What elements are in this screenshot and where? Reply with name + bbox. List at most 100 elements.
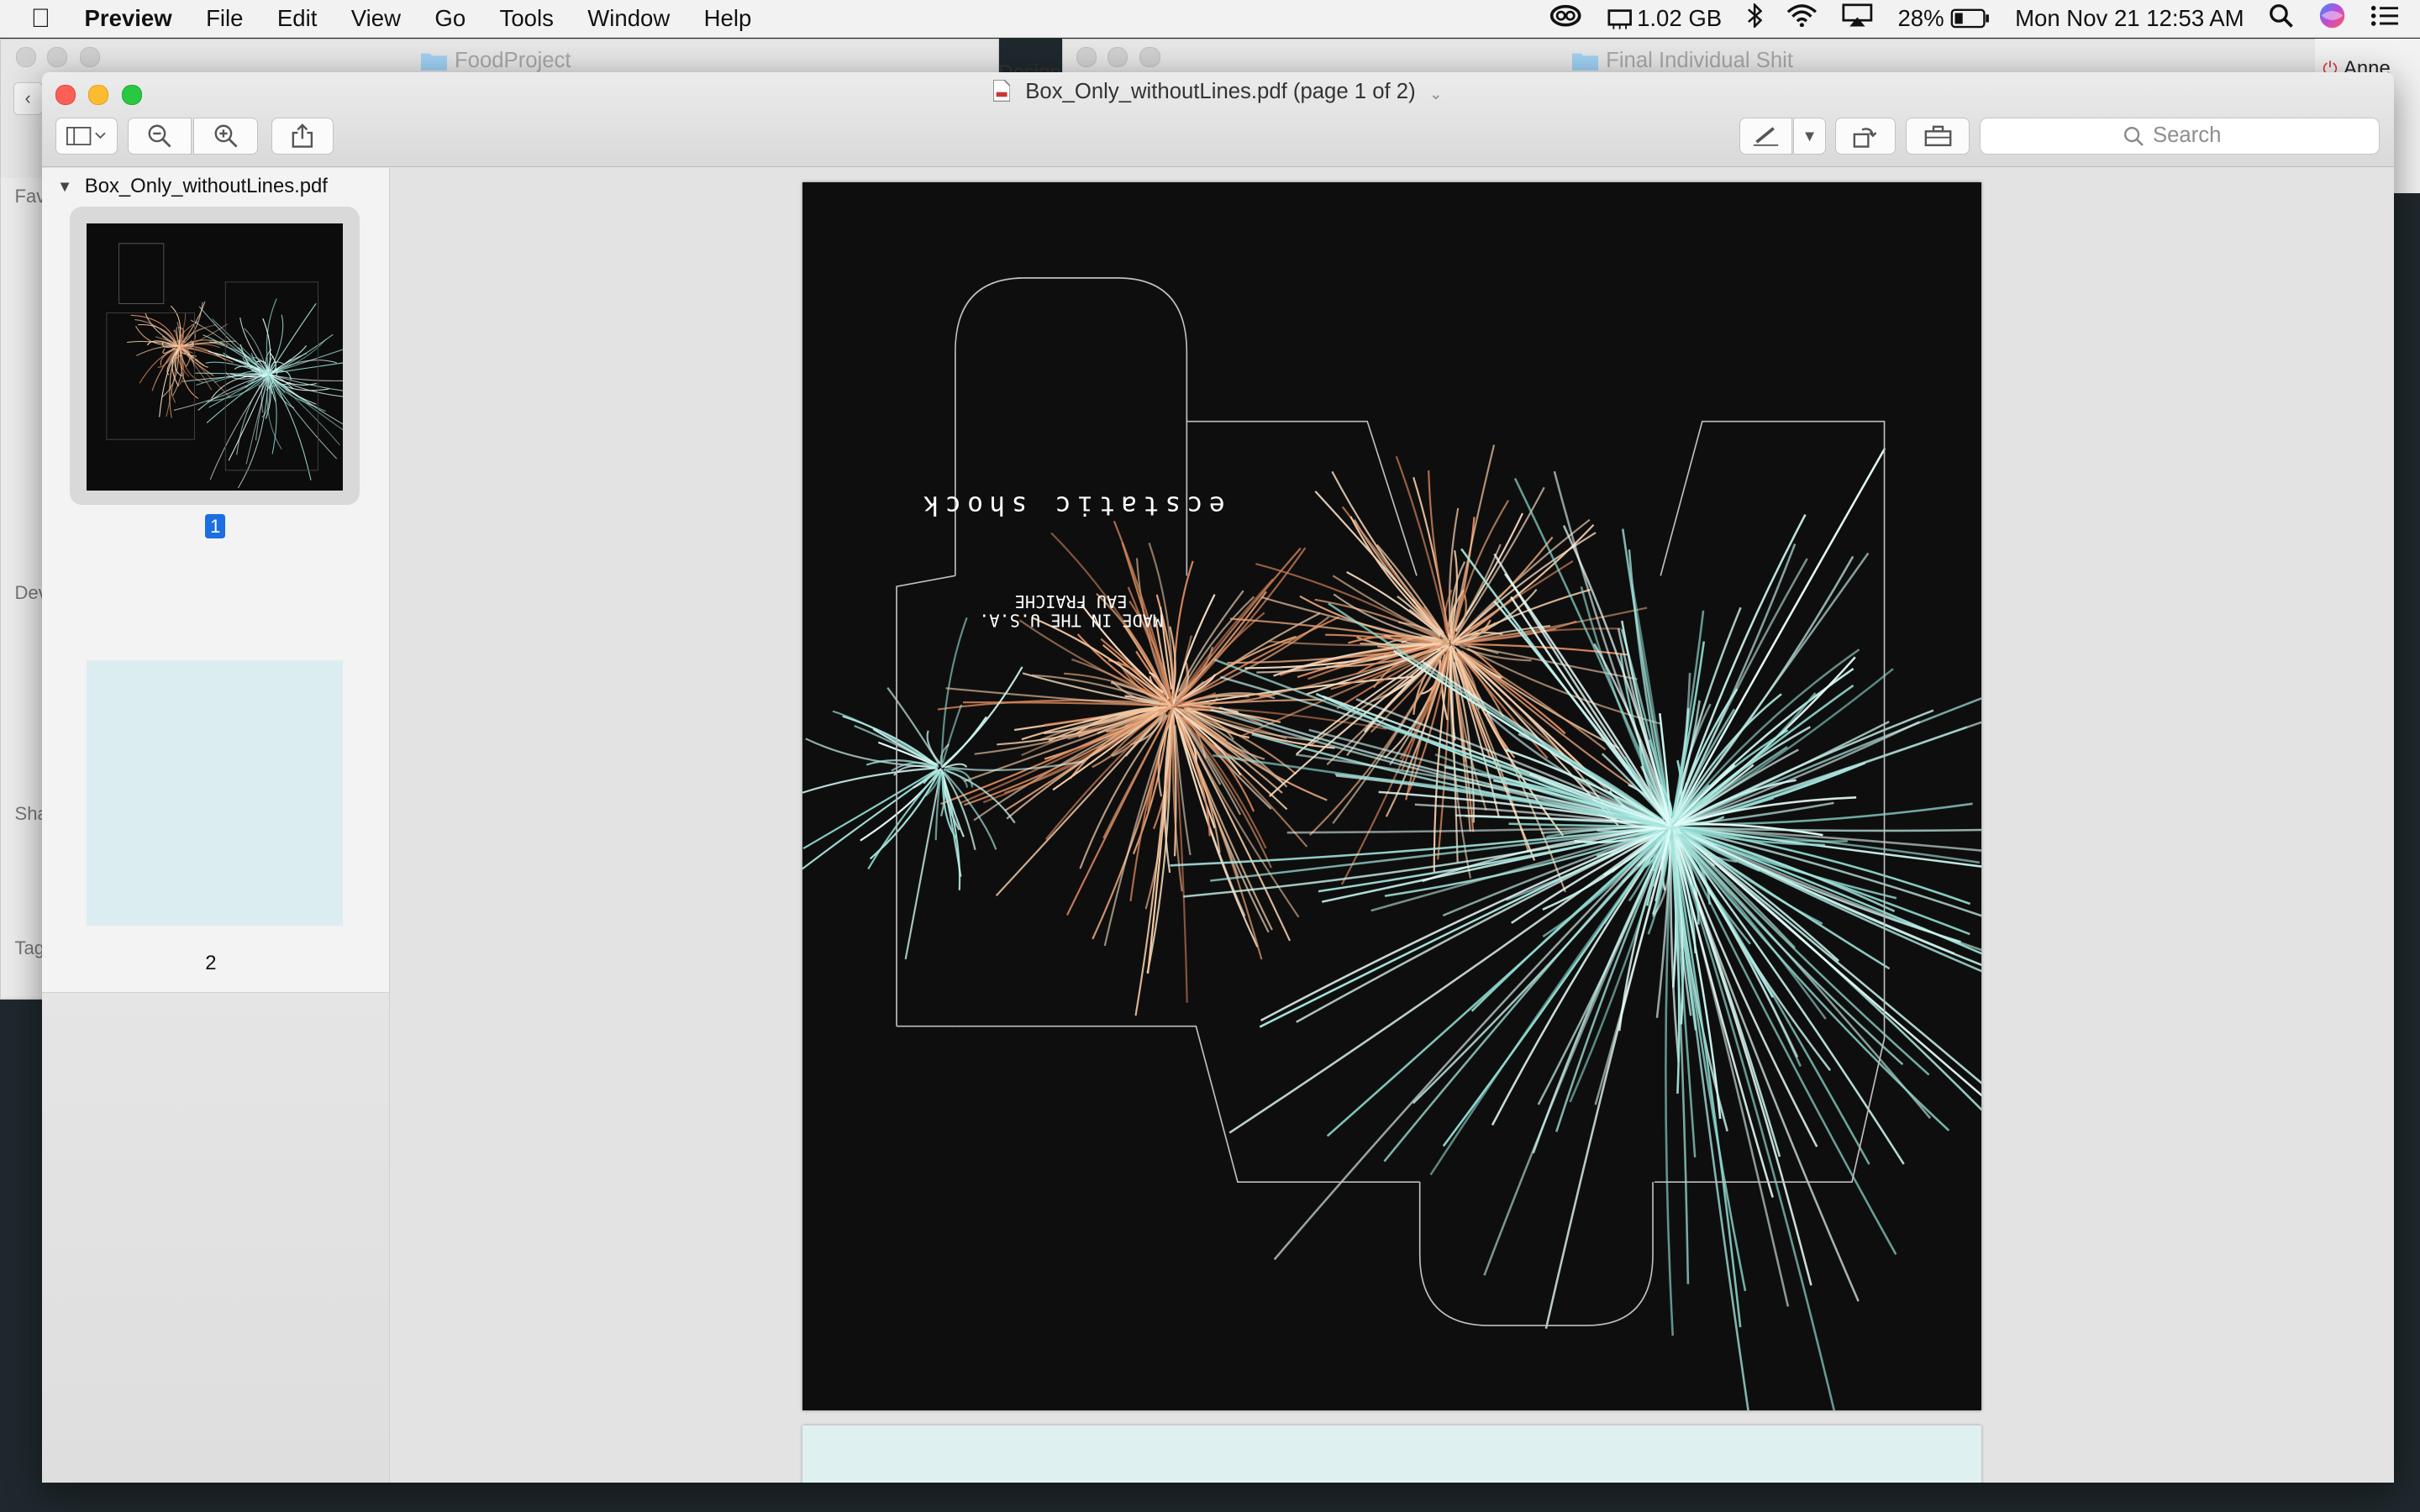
airplay-icon[interactable] xyxy=(1842,3,1873,34)
sidebar-section-tags: Tag xyxy=(14,937,45,958)
pen-icon xyxy=(1753,127,1778,146)
box-dieline-artwork: MADE IN THE U.S.A. EAU FRAICHE ecstatic … xyxy=(802,276,1982,1410)
battery-status[interactable]: 28% xyxy=(1897,5,1990,32)
battery-percent: 28% xyxy=(1897,5,1944,32)
menu-go[interactable]: Go xyxy=(434,5,466,32)
firework-streak xyxy=(1674,447,1886,821)
memory-value: 1.02 GB xyxy=(1637,5,1723,32)
menu-view[interactable]: View xyxy=(351,5,401,32)
folder-name: Final Individual Shit xyxy=(1606,48,1794,72)
pdf-page-2-preview xyxy=(802,1425,1982,1483)
apple-menu-icon[interactable]:  xyxy=(31,3,50,34)
firework-streak xyxy=(1491,827,1672,1126)
firework-streak xyxy=(212,318,268,374)
firework-streak xyxy=(228,375,269,461)
spotlight-search-icon[interactable] xyxy=(2269,3,2293,34)
menu-edit[interactable]: Edit xyxy=(277,5,317,32)
search-field[interactable]: Search xyxy=(1980,117,2381,155)
wifi-icon[interactable] xyxy=(1786,3,1818,34)
search-icon xyxy=(2124,126,2144,146)
folder-name: FoodProject xyxy=(454,48,571,72)
thumbnail-sidebar: ▼ Box_Only_withoutLines.pdf 1 2 xyxy=(41,168,390,1483)
firework-streak xyxy=(239,318,269,375)
inactive-minimize-dot[interactable] xyxy=(47,47,68,68)
preview-window: Box_Only_withoutLines.pdf (page 1 of 2) … xyxy=(41,72,2394,1483)
firework-streak xyxy=(802,768,939,849)
zoom-out-button[interactable] xyxy=(128,117,192,155)
sidebar-empty-area xyxy=(41,991,389,1483)
siri-icon[interactable] xyxy=(2318,2,2346,35)
firework-streak xyxy=(268,303,317,375)
firework-streak xyxy=(1449,444,1496,644)
markup-toolbox-button[interactable] xyxy=(1906,117,1970,155)
folder-icon xyxy=(1571,54,1598,71)
pdf-page-1: MADE IN THE U.S.A. EAU FRAICHE ecstatic … xyxy=(802,181,1982,1410)
sidebar-file-row[interactable]: ▼ Box_Only_withoutLines.pdf xyxy=(57,175,328,198)
menu-help[interactable]: Help xyxy=(704,5,752,32)
bluetooth-icon[interactable] xyxy=(1747,2,1762,34)
disclosure-triangle-icon[interactable]: ▼ xyxy=(57,177,72,196)
chevron-down-icon: ▼ xyxy=(1802,126,1818,144)
menu-bar:  Preview File Edit View Go Tools Window… xyxy=(0,0,2420,39)
page-thumbnail-2[interactable] xyxy=(86,660,343,926)
zoom-in-icon xyxy=(214,124,238,148)
document-view[interactable]: MADE IN THE U.S.A. EAU FRAICHE ecstatic … xyxy=(390,168,2394,1483)
made-in-usa-text: MADE IN THE U.S.A. xyxy=(979,610,1163,630)
rotate-button[interactable] xyxy=(1834,117,1896,155)
folder-icon xyxy=(420,54,447,71)
firework-streak xyxy=(940,617,968,767)
menu-file[interactable]: File xyxy=(206,5,243,32)
share-icon xyxy=(292,123,313,148)
memory-monitor[interactable]: 1.02 GB xyxy=(1607,5,1722,32)
window-title[interactable]: Box_Only_withoutLines.pdf (page 1 of 2) … xyxy=(42,79,2394,104)
lid-text: MADE IN THE U.S.A. EAU FRAICHE ecstatic … xyxy=(918,490,1225,630)
firework-streak xyxy=(942,666,1023,767)
firework-streak xyxy=(179,347,231,399)
window-toolbar: Box_Only_withoutLines.pdf (page 1 of 2) … xyxy=(41,72,2394,168)
zoom-out-icon xyxy=(149,124,171,148)
firework-streak xyxy=(944,763,968,769)
title-chevron-down-icon[interactable]: ⌄ xyxy=(1429,85,1442,102)
toolbox-icon xyxy=(1924,125,1951,146)
firework-streak xyxy=(270,375,340,446)
menu-app-name[interactable]: Preview xyxy=(85,5,172,32)
search-input[interactable] xyxy=(2230,122,2237,150)
firework-streak xyxy=(904,772,942,959)
firework-streak xyxy=(1395,455,1449,631)
thumbnail-firework-cool xyxy=(173,298,343,489)
share-button[interactable] xyxy=(271,117,334,155)
thumbnail-art xyxy=(106,243,343,489)
inactive-close-dot[interactable] xyxy=(16,47,37,68)
sidebar-view-button[interactable] xyxy=(55,117,118,155)
notification-center-icon[interactable] xyxy=(2370,5,2399,33)
markup-pen-button[interactable] xyxy=(1739,117,1792,155)
page-thumbnail-1[interactable] xyxy=(86,223,343,491)
brand-name-text: ecstatic shock xyxy=(918,490,1225,520)
menu-window[interactable]: Window xyxy=(587,5,670,32)
battery-icon xyxy=(1950,8,1989,29)
zoom-in-button[interactable] xyxy=(192,117,258,155)
page-thumbnail-1-selection[interactable] xyxy=(69,207,360,505)
firework-streak xyxy=(1296,827,1667,1023)
pdf-document-icon xyxy=(992,79,1012,103)
inactive-close-dot[interactable] xyxy=(1076,47,1097,68)
menubar-clock[interactable]: Mon Nov 21 12:53 AM xyxy=(2015,5,2244,32)
page-number-1: 1 xyxy=(205,513,226,538)
firework-streak xyxy=(271,362,343,375)
rotate-icon xyxy=(1853,128,1877,148)
inactive-zoom-dot[interactable] xyxy=(1139,47,1160,68)
markup-options-button[interactable]: ▼ xyxy=(1793,117,1826,155)
eau-fraiche-text: EAU FRAICHE xyxy=(1015,591,1128,612)
firework-streak xyxy=(1176,715,1273,931)
menu-tools[interactable]: Tools xyxy=(500,5,554,32)
back-nav-button[interactable]: ‹ xyxy=(13,82,43,116)
search-placeholder: Search xyxy=(2152,123,2222,148)
inactive-minimize-dot[interactable] xyxy=(1107,47,1128,68)
memory-chip-icon xyxy=(1607,9,1633,29)
creative-cloud-icon[interactable] xyxy=(1549,3,1582,34)
window-title-text: Box_Only_withoutLines.pdf (page 1 of 2) xyxy=(1025,80,1416,104)
sidebar-file-name: Box_Only_withoutLines.pdf xyxy=(84,174,328,197)
background-window-title-left: FoodProject xyxy=(420,48,571,73)
inactive-zoom-dot[interactable] xyxy=(79,47,100,68)
firework-streak xyxy=(245,375,269,465)
